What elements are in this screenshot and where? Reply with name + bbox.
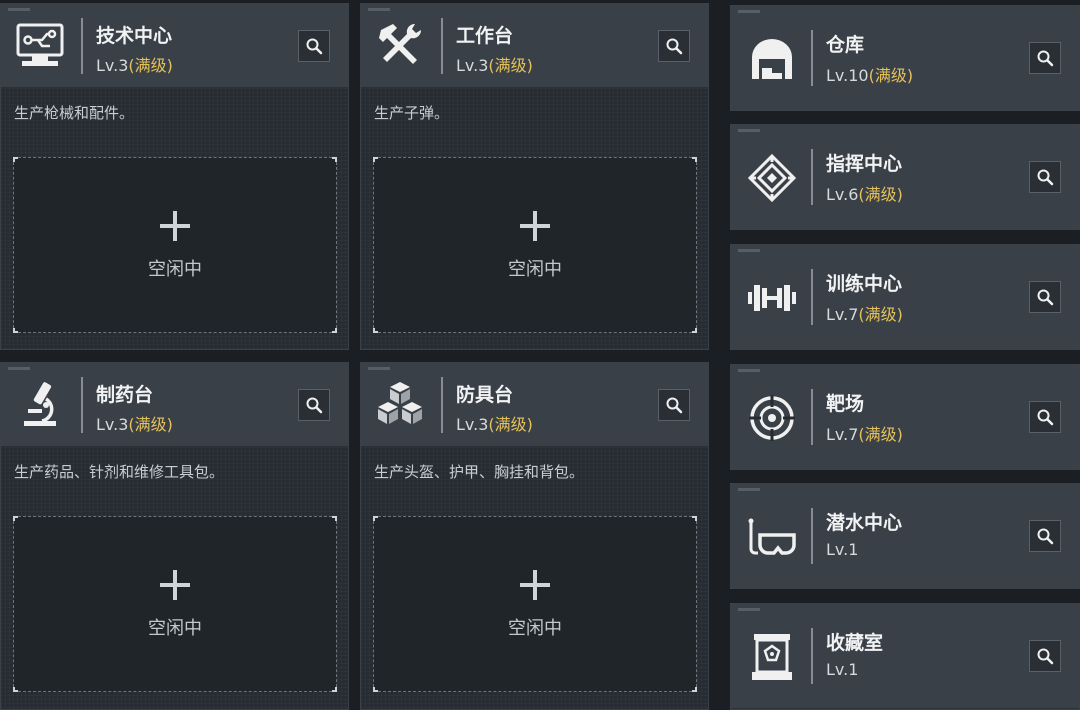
facility-card-warehouse[interactable]: 仓库 Lv.10(满级) [730,5,1080,111]
computer-icon [13,18,67,72]
search-icon [1037,528,1054,545]
facility-name: 训练中心 [826,273,903,295]
facility-level: Lv.1 [826,540,859,559]
inspect-button[interactable] [658,389,690,421]
facility-name: 指挥中心 [826,153,903,175]
inspect-button[interactable] [1029,640,1061,672]
inspect-button[interactable] [298,30,330,62]
facility-card-workbench[interactable]: 工作台 Lv.3(满级) 生产子弹。 空闲中 [360,3,709,350]
facility-card-command-center[interactable]: 指挥中心 Lv.6(满级) [730,124,1080,230]
facility-level: Lv.10(满级) [826,66,914,85]
hammer-wrench-icon [373,18,427,72]
cubes-icon [373,377,427,431]
facility-name: 靶场 [826,393,865,415]
production-slot[interactable]: 空闲中 [373,516,697,692]
production-slot[interactable]: 空闲中 [13,516,337,692]
inspect-button[interactable] [1029,401,1061,433]
facility-name: 技术中心 [96,25,173,47]
command-emblem-icon [745,151,799,205]
search-icon [666,397,683,414]
plus-icon [520,570,550,600]
search-icon [1037,289,1054,306]
facility-level: Lv.6(满级) [826,185,903,204]
plus-icon [160,570,190,600]
facility-description: 生产子弹。 [374,104,450,122]
facility-level: Lv.3(满级) [96,415,173,434]
facility-card-armor-bench[interactable]: 防具台 Lv.3(满级) 生产头盔、护甲、胸挂和背包。 空闲中 [360,362,709,710]
facility-description: 生产头盔、护甲、胸挂和背包。 [374,463,585,481]
facility-description: 生产枪械和配件。 [14,104,135,122]
search-icon [1037,169,1054,186]
plus-icon [520,211,550,241]
idle-status: 空闲中 [508,259,562,280]
facility-level: Lv.3(满级) [456,56,533,75]
dumbbell-icon [745,271,799,325]
diving-mask-icon [745,510,799,564]
display-case-icon [745,630,799,684]
facility-name: 仓库 [826,34,865,56]
inspect-button[interactable] [1029,281,1061,313]
inspect-button[interactable] [1029,161,1061,193]
facility-card-diving-center[interactable]: 潜水中心 Lv.1 [730,483,1080,589]
facility-card-training-center[interactable]: 训练中心 Lv.7(满级) [730,244,1080,350]
facility-description: 生产药品、针剂和维修工具包。 [14,463,225,481]
production-slot[interactable]: 空闲中 [13,157,337,333]
production-slot[interactable]: 空闲中 [373,157,697,333]
search-icon [1037,648,1054,665]
inspect-button[interactable] [658,30,690,62]
warehouse-icon [745,32,799,86]
search-icon [666,38,683,55]
facility-level: Lv.7(满级) [826,425,903,444]
facility-level: Lv.3(满级) [456,415,533,434]
facility-level: Lv.1 [826,660,859,679]
plus-icon [160,211,190,241]
facility-name: 潜水中心 [826,512,903,534]
facility-card-shooting-range[interactable]: 靶场 Lv.7(满级) [730,364,1080,470]
facility-level: Lv.7(满级) [826,305,903,324]
search-icon [1037,409,1054,426]
search-icon [1037,50,1054,67]
facility-name: 工作台 [456,25,514,47]
idle-status: 空闲中 [508,618,562,639]
facility-name: 收藏室 [826,632,884,654]
idle-status: 空闲中 [148,618,202,639]
inspect-button[interactable] [1029,42,1061,74]
idle-status: 空闲中 [148,259,202,280]
search-icon [306,38,323,55]
facility-name: 制药台 [96,384,154,406]
search-icon [306,397,323,414]
facility-card-pharmacy[interactable]: 制药台 Lv.3(满级) 生产药品、针剂和维修工具包。 空闲中 [0,362,349,710]
inspect-button[interactable] [1029,520,1061,552]
inspect-button[interactable] [298,389,330,421]
facility-card-collection-room[interactable]: 收藏室 Lv.1 [730,603,1080,710]
facility-level: Lv.3(满级) [96,56,173,75]
target-icon [745,391,799,445]
facility-card-tech-center[interactable]: 技术中心 Lv.3(满级) 生产枪械和配件。 空闲中 [0,3,349,350]
facility-name: 防具台 [456,384,514,406]
microscope-icon [13,377,67,431]
